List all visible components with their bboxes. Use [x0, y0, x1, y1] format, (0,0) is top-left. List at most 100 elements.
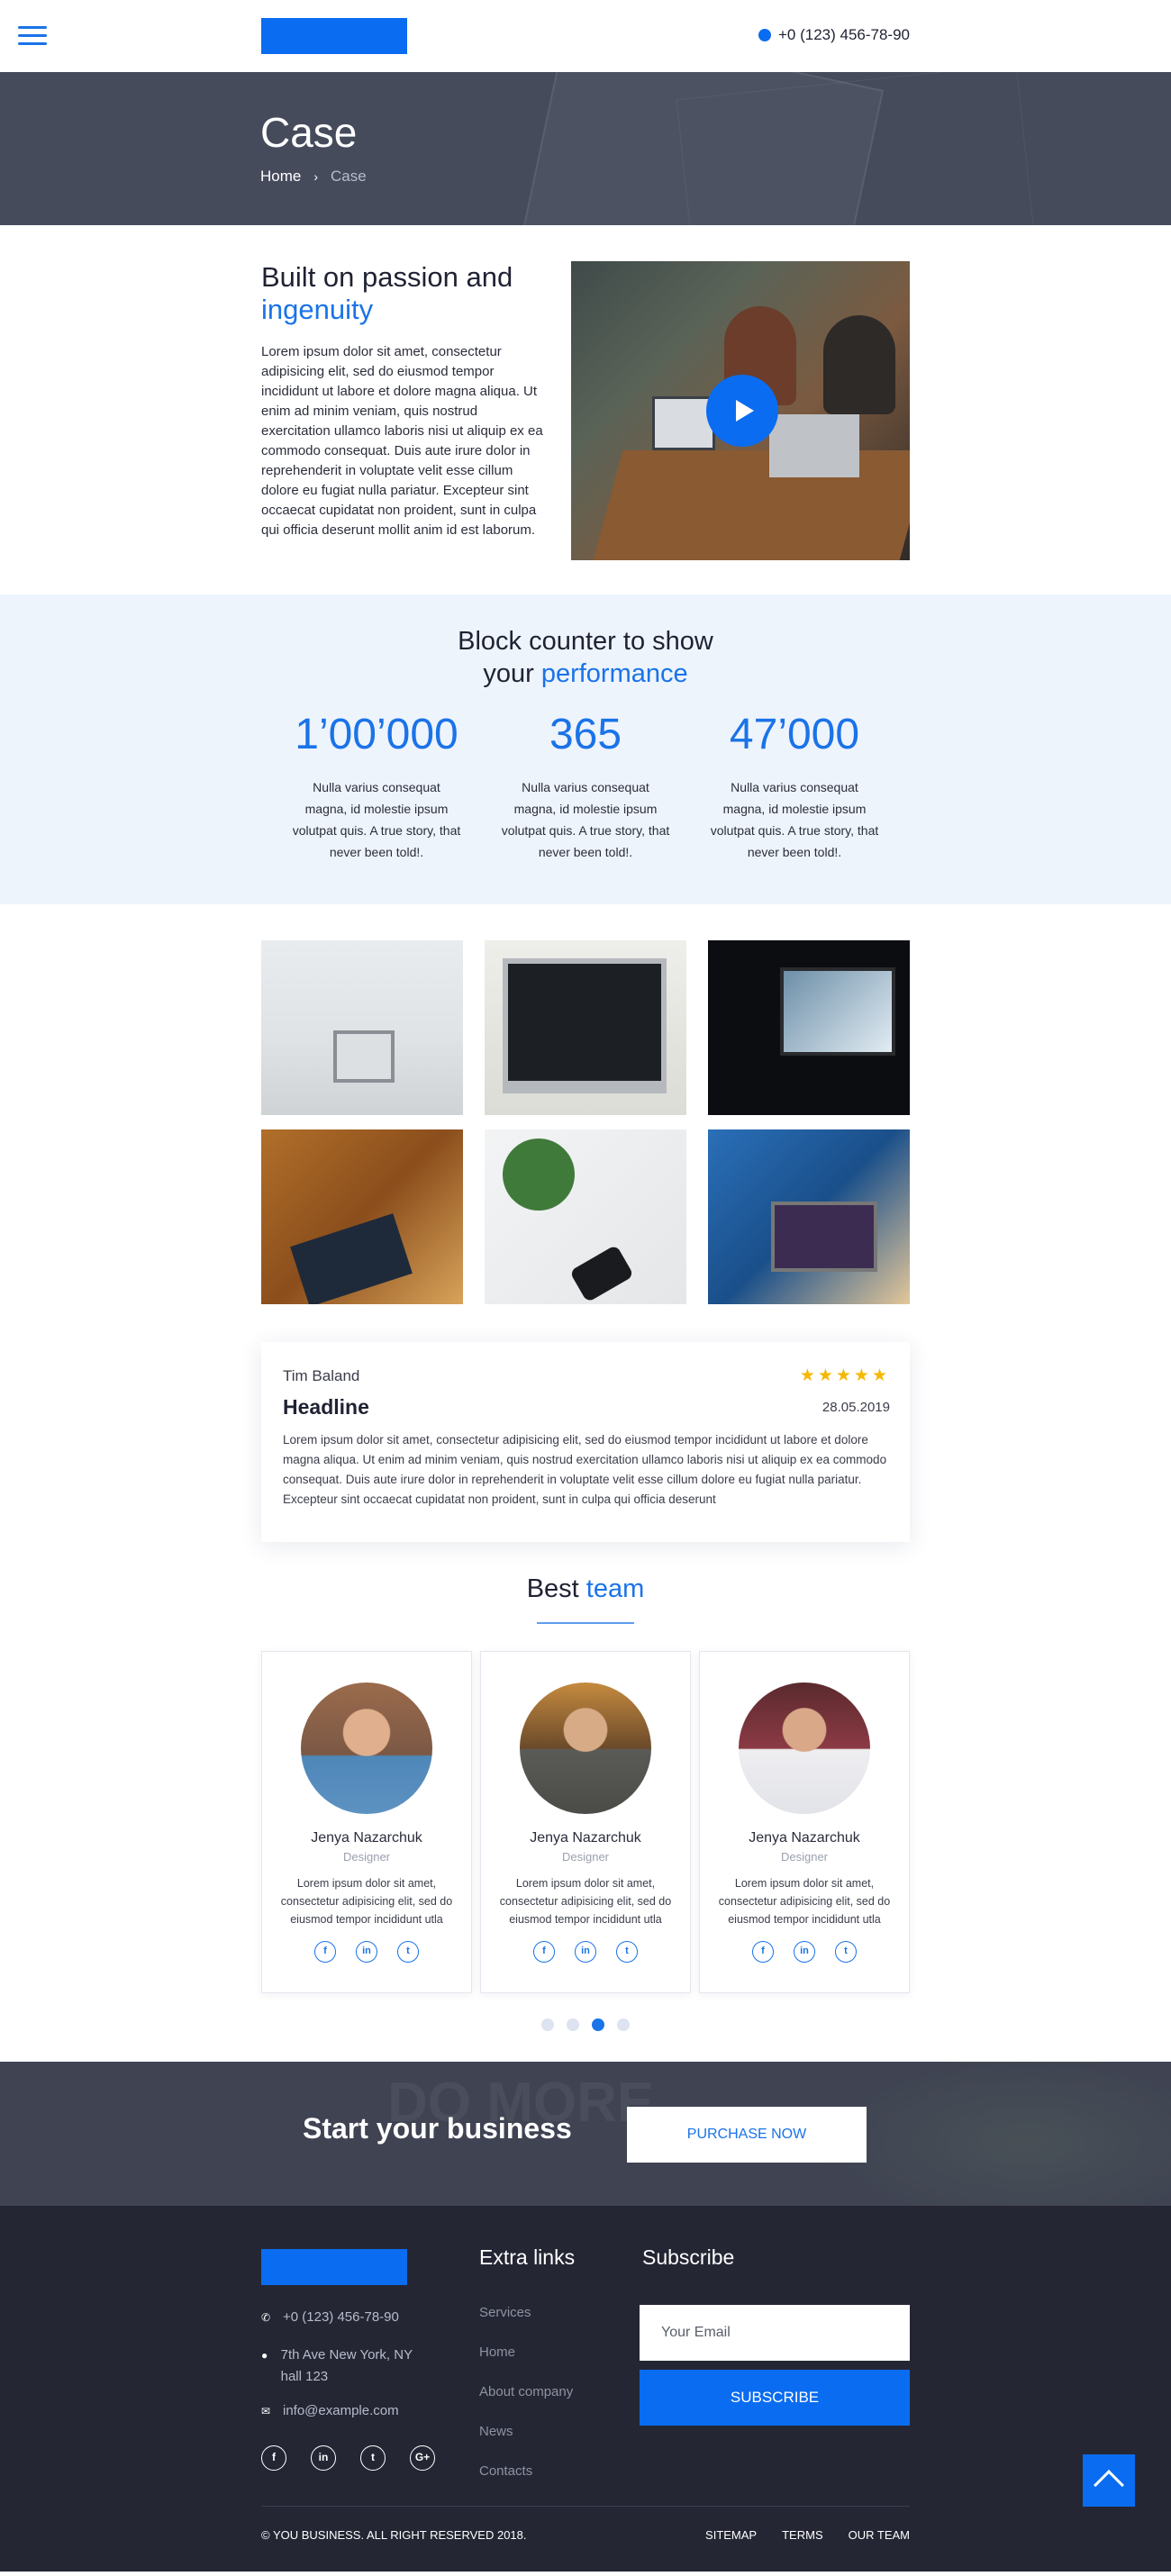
footer-logo[interactable]	[261, 2249, 407, 2285]
member-socials: f in t	[700, 1941, 909, 1963]
avatar	[301, 1683, 432, 1814]
review-date: 28.05.2019	[822, 1400, 890, 1415]
counter-desc: Nulla varius consequat magna, id molesti…	[501, 780, 670, 859]
counter-desc: Nulla varius consequat magna, id molesti…	[710, 780, 879, 859]
counter-value: 47’000	[729, 711, 860, 758]
team-title: Best team	[526, 1574, 645, 1603]
member-name: Jenya Nazarchuk	[530, 1830, 641, 1846]
team-card: Jenya Nazarchuk Designer Lorem ipsum dol…	[480, 1651, 691, 1993]
sitemap-link[interactable]: SITEMAP	[705, 2528, 757, 2542]
google-plus-icon[interactable]: G+	[410, 2445, 435, 2471]
mail-icon: ✉	[261, 2405, 271, 2417]
member-role: Designer	[342, 1850, 391, 1864]
site-header: +0 (123) 456-78-90	[0, 0, 1171, 72]
review-author: Tim Baland	[283, 1366, 360, 1384]
gallery-image-laptop-workspace[interactable]	[708, 1129, 910, 1304]
menu-icon[interactable]	[18, 26, 47, 46]
counter-item: 47’000 Nulla varius consequat magna, id …	[708, 710, 881, 863]
phone-icon	[758, 29, 771, 41]
team-card: Jenya Nazarchuk Designer Lorem ipsum dol…	[699, 1651, 910, 1993]
about-body: Lorem ipsum dolor sit amet, consectetur …	[261, 344, 543, 538]
team-carousel: Jenya Nazarchuk Designer Lorem ipsum dol…	[261, 1651, 910, 1993]
breadcrumb: Home › Case	[260, 168, 367, 186]
linkedin-icon[interactable]: in	[575, 1941, 596, 1963]
footer-divider	[261, 2506, 910, 2507]
play-button[interactable]	[706, 375, 778, 447]
header-phone[interactable]: +0 (123) 456-78-90	[758, 26, 910, 44]
gallery-image-laptop-code[interactable]	[485, 940, 686, 1115]
gallery-image-workbench[interactable]	[261, 1129, 463, 1304]
extra-links: Services Home About company News Contact…	[479, 2305, 573, 2503]
review-card: Tim Baland ★★★★★ Headline 28.05.2019 Lor…	[261, 1342, 910, 1542]
breadcrumb-current: Case	[331, 168, 367, 185]
member-bio: Lorem ipsum dolor sit amet, consectetur …	[718, 1877, 891, 1926]
about-title: Built on passion and ingenuity	[261, 261, 549, 326]
footer-link-contacts[interactable]: Contacts	[479, 2463, 573, 2503]
twitter-icon[interactable]: t	[616, 1941, 638, 1963]
member-name: Jenya Nazarchuk	[749, 1830, 860, 1846]
about-title-accent: ingenuity	[261, 294, 374, 325]
chevron-up-icon	[1094, 2470, 1124, 2500]
chevron-right-icon: ›	[313, 169, 319, 184]
carousel-dot-active[interactable]	[592, 2018, 604, 2031]
team-title-accent: team	[586, 1574, 645, 1603]
team-card: Jenya Nazarchuk Designer Lorem ipsum dol…	[261, 1651, 472, 1993]
hero-banner: Case Home › Case	[0, 72, 1171, 225]
subscribe-button[interactable]: SUBSCRIBE	[640, 2370, 910, 2426]
video-thumbnail[interactable]	[571, 261, 910, 560]
footer-link-news[interactable]: News	[479, 2424, 573, 2463]
title-underline	[537, 1622, 634, 1624]
gallery-image-desk-monitor[interactable]	[708, 940, 910, 1115]
about-text: Built on passion and ingenuity Lorem ips…	[261, 261, 549, 594]
site-footer: ✆ +0 (123) 456-78-90 ● 7th Ave New York,…	[0, 2206, 1171, 2571]
page-title: Case	[260, 109, 358, 156]
gallery-image-office[interactable]	[261, 940, 463, 1115]
counter-desc: Nulla varius consequat magna, id molesti…	[292, 780, 461, 859]
scroll-to-top-button[interactable]	[1083, 2454, 1135, 2507]
gallery-image-phone-plant[interactable]	[485, 1129, 686, 1304]
footer-email[interactable]: ✉ info@example.com	[261, 2400, 399, 2422]
footer-link-home[interactable]: Home	[479, 2345, 573, 2384]
carousel-dot[interactable]	[541, 2018, 554, 2031]
review-body: Lorem ipsum dolor sit amet, consectetur …	[283, 1433, 887, 1506]
about-section: Built on passion and ingenuity Lorem ips…	[261, 225, 910, 594]
footer-link-about[interactable]: About company	[479, 2384, 573, 2424]
header-phone-number: +0 (123) 456-78-90	[777, 26, 910, 43]
carousel-dot[interactable]	[617, 2018, 630, 2031]
subscribe-title: Subscribe	[642, 2245, 735, 2269]
counter-value: 1’00’000	[295, 711, 458, 758]
counter-title: Block counter to show your performance	[458, 627, 713, 688]
terms-link[interactable]: TERMS	[782, 2528, 823, 2542]
carousel-dot[interactable]	[567, 2018, 579, 2031]
extra-links-title: Extra links	[479, 2245, 576, 2269]
twitter-icon[interactable]: t	[360, 2445, 386, 2471]
footer-link-services[interactable]: Services	[479, 2305, 573, 2345]
footer-address: ● 7th Ave New York, NY hall 123	[261, 2345, 432, 2388]
avatar	[520, 1683, 651, 1814]
cta-banner: DO MORE Start your business PURCHASE NOW	[0, 2062, 1171, 2206]
logo[interactable]	[261, 18, 407, 54]
avatar	[739, 1683, 870, 1814]
purchase-now-button[interactable]: PURCHASE NOW	[627, 2107, 867, 2163]
twitter-icon[interactable]: t	[835, 1941, 857, 1963]
member-bio: Lorem ipsum dolor sit amet, consectetur …	[499, 1877, 672, 1926]
facebook-icon[interactable]: f	[533, 1941, 555, 1963]
carousel-dots	[261, 2018, 910, 2031]
star-rating-icon: ★★★★★	[799, 1366, 890, 1385]
linkedin-icon[interactable]: in	[356, 1941, 377, 1963]
member-socials: f in t	[481, 1941, 690, 1963]
footer-phone[interactable]: ✆ +0 (123) 456-78-90	[261, 2307, 399, 2328]
subscribe-email-input[interactable]	[640, 2305, 910, 2361]
footer-socials: f in t G+	[261, 2445, 435, 2471]
facebook-icon[interactable]: f	[752, 1941, 774, 1963]
breadcrumb-home[interactable]: Home	[260, 168, 301, 186]
counter-title-accent: performance	[540, 659, 688, 688]
our-team-link[interactable]: OUR TEAM	[849, 2528, 910, 2542]
facebook-icon[interactable]: f	[261, 2445, 286, 2471]
facebook-icon[interactable]: f	[314, 1941, 336, 1963]
twitter-icon[interactable]: t	[397, 1941, 419, 1963]
footer-bottom-links: SITEMAP TERMS OUR TEAM	[705, 2528, 910, 2542]
linkedin-icon[interactable]: in	[311, 2445, 336, 2471]
counter-item: 1’00’000 Nulla varius consequat magna, i…	[290, 710, 463, 863]
linkedin-icon[interactable]: in	[794, 1941, 815, 1963]
